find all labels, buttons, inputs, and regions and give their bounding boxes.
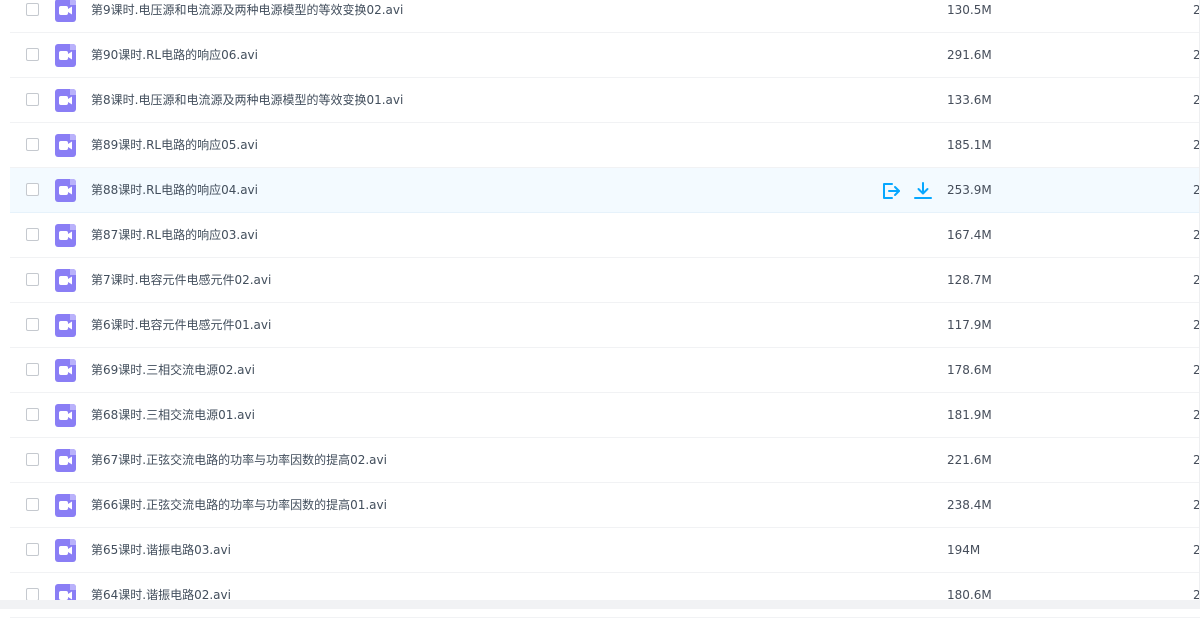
file-name[interactable]: 第69课时.三相交流电源02.avi xyxy=(91,362,255,378)
file-row[interactable]: 第65课时.谐振电路03.avi 194M 2 xyxy=(10,528,1200,573)
video-file-icon xyxy=(55,494,76,517)
download-icon[interactable] xyxy=(913,181,933,201)
file-row[interactable]: 第90课时.RL电路的响应06.avi 291.6M 2 xyxy=(10,33,1200,78)
file-size: 221.6M xyxy=(947,453,992,467)
file-name[interactable]: 第9课时.电压源和电流源及两种电源模型的等效变换02.avi xyxy=(91,2,403,18)
file-size: 291.6M xyxy=(947,48,992,62)
file-row[interactable]: 第88课时.RL电路的响应04.avi 253.9M 2 xyxy=(10,168,1200,213)
video-file-icon xyxy=(55,224,76,247)
video-file-icon xyxy=(55,44,76,67)
file-name[interactable]: 第66课时.正弦交流电路的功率与功率因数的提高01.avi xyxy=(91,497,387,513)
video-file-icon xyxy=(55,404,76,427)
file-size: 253.9M xyxy=(947,183,992,197)
file-row[interactable]: 第66课时.正弦交流电路的功率与功率因数的提高01.avi 238.4M 2 xyxy=(10,483,1200,528)
video-file-icon xyxy=(55,0,76,22)
row-checkbox[interactable] xyxy=(26,93,39,106)
file-row[interactable]: 第6课时.电容元件电感元件01.avi 117.9M 2 xyxy=(10,303,1200,348)
share-export-icon[interactable] xyxy=(881,181,901,201)
file-row[interactable]: 第69课时.三相交流电源02.avi 178.6M 2 xyxy=(10,348,1200,393)
file-size: 133.6M xyxy=(947,93,992,107)
file-size: 194M xyxy=(947,543,981,557)
row-checkbox[interactable] xyxy=(26,48,39,61)
file-size: 117.9M xyxy=(947,318,992,332)
video-file-icon xyxy=(55,269,76,292)
file-size: 167.4M xyxy=(947,228,992,242)
file-name[interactable]: 第87课时.RL电路的响应03.avi xyxy=(91,227,258,243)
file-row[interactable]: 第64课时.谐振电路02.avi 180.6M 2 xyxy=(10,573,1200,618)
file-size: 185.1M xyxy=(947,138,992,152)
file-name[interactable]: 第90课时.RL电路的响应06.avi xyxy=(91,47,258,63)
row-checkbox[interactable] xyxy=(26,543,39,556)
video-file-icon xyxy=(55,359,76,382)
video-file-icon xyxy=(55,89,76,112)
row-checkbox[interactable] xyxy=(26,453,39,466)
file-size: 238.4M xyxy=(947,498,992,512)
file-size: 130.5M xyxy=(947,3,992,17)
row-checkbox[interactable] xyxy=(26,183,39,196)
row-checkbox[interactable] xyxy=(26,318,39,331)
file-row[interactable]: 第8课时.电压源和电流源及两种电源模型的等效变换01.avi 133.6M 2 xyxy=(10,78,1200,123)
file-name[interactable]: 第88课时.RL电路的响应04.avi xyxy=(91,182,258,198)
row-checkbox[interactable] xyxy=(26,363,39,376)
file-row[interactable]: 第67课时.正弦交流电路的功率与功率因数的提高02.avi 221.6M 2 xyxy=(10,438,1200,483)
row-checkbox[interactable] xyxy=(26,228,39,241)
row-checkbox[interactable] xyxy=(26,273,39,286)
file-name[interactable]: 第65课时.谐振电路03.avi xyxy=(91,542,231,558)
row-checkbox[interactable] xyxy=(26,3,39,16)
file-row[interactable]: 第68课时.三相交流电源01.avi 181.9M 2 xyxy=(10,393,1200,438)
row-checkbox[interactable] xyxy=(26,138,39,151)
video-file-icon xyxy=(55,314,76,337)
file-row[interactable]: 第9课时.电压源和电流源及两种电源模型的等效变换02.avi 130.5M 2 xyxy=(10,0,1200,33)
video-file-icon xyxy=(55,179,76,202)
file-name[interactable]: 第68课时.三相交流电源01.avi xyxy=(91,407,255,423)
file-list: 第9课时.电压源和电流源及两种电源模型的等效变换02.avi 130.5M 2 第90… xyxy=(0,0,1200,618)
file-size: 178.6M xyxy=(947,363,992,377)
row-checkbox[interactable] xyxy=(26,498,39,511)
file-size: 181.9M xyxy=(947,408,992,422)
file-name[interactable]: 第89课时.RL电路的响应05.avi xyxy=(91,137,258,153)
file-name[interactable]: 第8课时.电压源和电流源及两种电源模型的等效变换01.avi xyxy=(91,92,403,108)
video-file-icon xyxy=(55,539,76,562)
video-file-icon xyxy=(55,449,76,472)
file-row[interactable]: 第89课时.RL电路的响应05.avi 185.1M 2 xyxy=(10,123,1200,168)
file-row[interactable]: 第87课时.RL电路的响应03.avi 167.4M 2 xyxy=(10,213,1200,258)
horizontal-scrollbar[interactable] xyxy=(0,600,1200,609)
video-file-icon xyxy=(55,134,76,157)
file-size: 128.7M xyxy=(947,273,992,287)
row-checkbox[interactable] xyxy=(26,408,39,421)
file-name[interactable]: 第67课时.正弦交流电路的功率与功率因数的提高02.avi xyxy=(91,452,387,468)
file-name[interactable]: 第6课时.电容元件电感元件01.avi xyxy=(91,317,271,333)
file-name[interactable]: 第7课时.电容元件电感元件02.avi xyxy=(91,272,271,288)
file-row[interactable]: 第7课时.电容元件电感元件02.avi 128.7M 2 xyxy=(10,258,1200,303)
